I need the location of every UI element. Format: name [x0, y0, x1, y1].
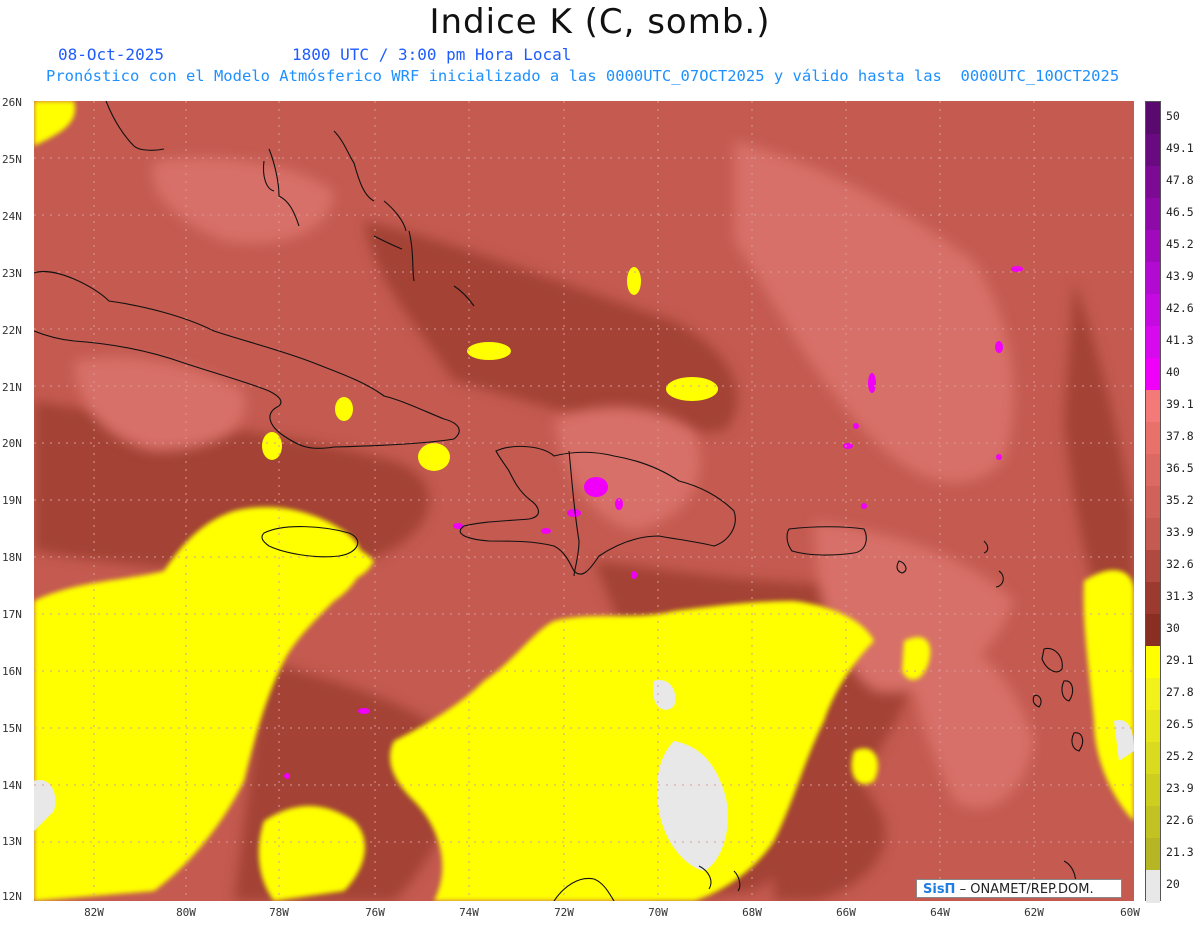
- lat-label: 12N: [2, 890, 22, 903]
- lon-label: 66W: [836, 906, 856, 919]
- color-scale-swatch: [1146, 870, 1160, 903]
- lat-label: 14N: [2, 779, 22, 792]
- color-scale-swatch: [1146, 294, 1160, 327]
- lon-label: 70W: [648, 906, 668, 919]
- color-scale-label: 29.1: [1166, 653, 1194, 667]
- color-scale-label: 25.2: [1166, 749, 1194, 763]
- lon-label: 78W: [269, 906, 289, 919]
- lat-label: 23N: [2, 267, 22, 280]
- lon-label: 60W: [1120, 906, 1140, 919]
- color-scale-label: 30: [1166, 621, 1180, 635]
- color-scale-label: 33.9: [1166, 525, 1194, 539]
- color-scale-label: 46.5: [1166, 205, 1194, 219]
- color-scale-label: 47.8: [1166, 173, 1194, 187]
- k-index-map: [34, 101, 1134, 901]
- color-scale-label: 37.8: [1166, 429, 1194, 443]
- forecast-description: Pronóstico con el Modelo Atmósferico WRF…: [46, 67, 1120, 85]
- color-scale-swatch: [1146, 710, 1160, 743]
- sispi-logo: SisΠ: [923, 882, 956, 897]
- color-scale-swatch: [1146, 134, 1160, 167]
- color-scale-swatch: [1146, 518, 1160, 551]
- lat-label: 15N: [2, 722, 22, 735]
- color-scale-label: 50: [1166, 109, 1180, 123]
- credit-box: SisΠ – ONAMET/REP.DOM.: [916, 879, 1122, 898]
- color-scale-label: 45.2: [1166, 237, 1194, 251]
- color-scale-swatch: [1146, 806, 1160, 839]
- lon-label: 82W: [84, 906, 104, 919]
- color-scale-label: 39.1: [1166, 397, 1194, 411]
- color-scale-swatch: [1146, 326, 1160, 359]
- lon-label: 80W: [176, 906, 196, 919]
- color-scale-swatch: [1146, 422, 1160, 455]
- color-scale-label: 41.3: [1166, 333, 1194, 347]
- forecast-date: 08-Oct-2025: [58, 45, 164, 64]
- color-scale-swatch: [1146, 614, 1160, 647]
- color-scale-swatch: [1146, 742, 1160, 775]
- color-scale-label: 42.6: [1166, 301, 1194, 315]
- forecast-time: 1800 UTC / 3:00 pm Hora Local: [292, 45, 572, 64]
- color-scale-swatch: [1146, 198, 1160, 231]
- color-scale-label: 27.8: [1166, 685, 1194, 699]
- lon-label: 72W: [554, 906, 574, 919]
- lon-label: 76W: [365, 906, 385, 919]
- color-scale-label: 22.6: [1166, 813, 1194, 827]
- color-scale-label: 40: [1166, 365, 1180, 379]
- color-scale-swatch: [1146, 262, 1160, 295]
- lat-label: 21N: [2, 381, 22, 394]
- map-panel: [34, 101, 1134, 901]
- map-title: Indice K (C, somb.): [429, 2, 771, 42]
- lat-label: 13N: [2, 835, 22, 848]
- color-scale-label: 21.3: [1166, 845, 1194, 859]
- lat-label: 26N: [2, 96, 22, 109]
- color-scale-swatch: [1146, 582, 1160, 615]
- lat-label: 16N: [2, 665, 22, 678]
- color-scale-label: 35.2: [1166, 493, 1194, 507]
- color-scale-label: 23.9: [1166, 781, 1194, 795]
- color-scale-swatch: [1146, 774, 1160, 807]
- credit-text: – ONAMET/REP.DOM.: [959, 882, 1094, 897]
- color-scale-label: 49.1: [1166, 141, 1194, 155]
- lat-label: 24N: [2, 210, 22, 223]
- lat-label: 17N: [2, 608, 22, 621]
- color-scale-swatch: [1146, 838, 1160, 871]
- lat-label: 22N: [2, 324, 22, 337]
- color-scale-swatch: [1146, 102, 1160, 135]
- lon-label: 68W: [742, 906, 762, 919]
- color-scale-label: 36.5: [1166, 461, 1194, 475]
- lat-label: 20N: [2, 437, 22, 450]
- color-scale-swatch: [1146, 646, 1160, 679]
- color-scale-label: 43.9: [1166, 269, 1194, 283]
- color-scale-label: 26.5: [1166, 717, 1194, 731]
- color-scale-swatch: [1146, 486, 1160, 519]
- lon-label: 62W: [1024, 906, 1044, 919]
- lon-label: 64W: [930, 906, 950, 919]
- color-scale-swatch: [1146, 678, 1160, 711]
- color-scale-label: 31.3: [1166, 589, 1194, 603]
- color-scale-bar: [1145, 101, 1161, 903]
- lat-label: 18N: [2, 551, 22, 564]
- color-scale-label: 32.6: [1166, 557, 1194, 571]
- color-scale-label: 20: [1166, 877, 1180, 891]
- lat-label: 25N: [2, 153, 22, 166]
- lat-label: 19N: [2, 494, 22, 507]
- color-scale-swatch: [1146, 230, 1160, 263]
- color-scale-swatch: [1146, 166, 1160, 199]
- color-scale-swatch: [1146, 390, 1160, 423]
- color-scale-swatch: [1146, 454, 1160, 487]
- color-scale-swatch: [1146, 550, 1160, 583]
- color-scale-swatch: [1146, 358, 1160, 391]
- lon-label: 74W: [459, 906, 479, 919]
